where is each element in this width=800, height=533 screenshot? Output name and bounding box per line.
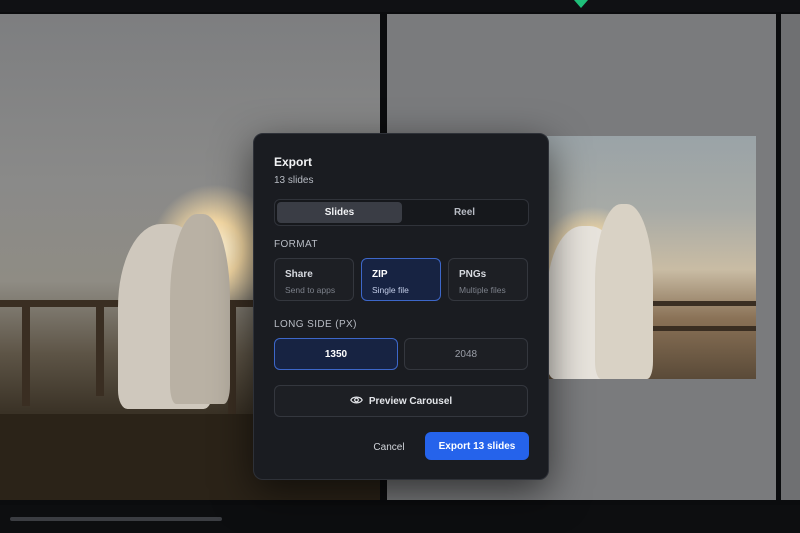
boardwalk-railing	[637, 301, 756, 306]
mode-toggle: Slides Reel	[274, 199, 529, 226]
horizontal-scrollbar[interactable]	[10, 517, 222, 521]
size-2048-button[interactable]: 2048	[404, 338, 528, 370]
cancel-button[interactable]: Cancel	[362, 433, 416, 461]
export-dialog: Export 13 slides Slides Reel FORMAT Shar…	[253, 133, 549, 480]
format-share-option[interactable]: Share Send to apps	[274, 258, 354, 301]
format-name: Share	[285, 269, 313, 280]
export-button[interactable]: Export 13 slides	[425, 432, 529, 460]
format-name: PNGs	[459, 269, 487, 280]
boardwalk-post	[22, 306, 30, 406]
slide-count: 13 slides	[274, 175, 314, 186]
long-side-label: LONG SIDE (PX)	[274, 319, 357, 330]
format-label: FORMAT	[274, 239, 318, 250]
boardwalk-railing	[637, 326, 756, 331]
slide-photo	[547, 136, 756, 379]
groom-figure	[595, 204, 653, 379]
format-desc: Send to apps	[285, 285, 336, 295]
slide-right[interactable]	[781, 14, 800, 500]
groom-figure	[170, 214, 230, 404]
size-1350-button[interactable]: 1350	[274, 338, 398, 370]
format-pngs-option[interactable]: PNGs Multiple files	[448, 258, 528, 301]
format-name: ZIP	[372, 269, 388, 280]
format-zip-option[interactable]: ZIP Single file	[361, 258, 441, 301]
triangle-down-icon	[574, 0, 588, 8]
tab-reel[interactable]: Reel	[402, 202, 527, 223]
preview-carousel-button[interactable]: Preview Carousel	[274, 385, 528, 417]
format-desc: Single file	[372, 285, 409, 295]
dialog-title: Export	[274, 155, 313, 169]
tab-slides[interactable]: Slides	[277, 202, 402, 223]
eye-icon	[349, 395, 363, 408]
preview-label: Preview Carousel	[368, 395, 453, 407]
format-desc: Multiple files	[459, 285, 506, 295]
top-bar	[0, 0, 800, 12]
boardwalk-post	[96, 306, 104, 396]
